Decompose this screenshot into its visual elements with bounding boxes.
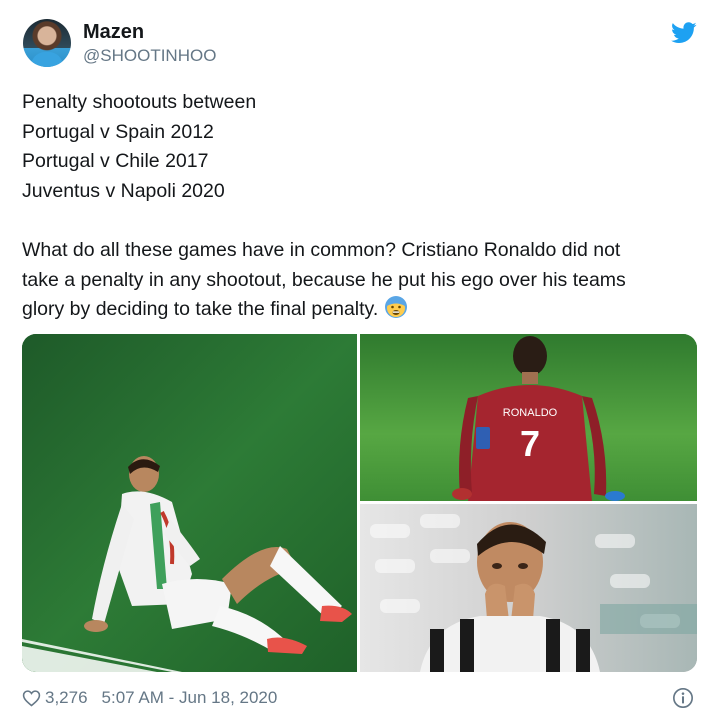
media-grid[interactable]: RONALDO 7: [22, 334, 697, 672]
tweet-line: Juventus v Napoli 2020: [22, 179, 225, 202]
heart-icon[interactable]: [22, 689, 41, 707]
photo-player-kneeling-illustration: RONALDO 7: [360, 334, 697, 501]
photo-player-kneeling[interactable]: RONALDO 7: [360, 334, 697, 501]
photo-player-sitting-illustration: [22, 334, 357, 672]
like-count[interactable]: 3,276: [45, 688, 88, 708]
tweet-footer: 3,276 5:07 AM - Jun 18, 2020: [22, 687, 277, 709]
photo-player-hands-face[interactable]: [360, 504, 697, 672]
cold-sweat-emoji-icon: [385, 296, 408, 318]
twitter-bird-icon[interactable]: [671, 22, 697, 44]
tweet-line: What do all these games have in common? …: [22, 239, 621, 261]
tweet-line: Penalty shootouts between: [22, 91, 257, 113]
tweet-line: Portugal v Chile 2017: [22, 150, 209, 172]
tweet-line-last: glory by deciding to take the final pena…: [22, 295, 698, 325]
tweet-line: Portugal v Spain 2012: [22, 120, 214, 143]
tweet-line: take a penalty in any shootout, because …: [22, 268, 626, 291]
tweet-card: Mazen @SHOOTINHOO Penalty shootouts betw…: [0, 0, 720, 713]
display-name[interactable]: Mazen: [83, 21, 144, 44]
handle[interactable]: @SHOOTINHOO: [83, 46, 216, 66]
photo-player-hands-face-illustration: [360, 504, 697, 672]
tweet-text: Penalty shootouts between Portugal v Spa…: [22, 88, 698, 325]
jersey-number: 7: [520, 423, 540, 464]
tweet-line-text: glory by deciding to take the final pena…: [22, 298, 379, 320]
jersey-name: RONALDO: [503, 407, 558, 419]
photo-player-sitting[interactable]: [22, 334, 357, 672]
avatar[interactable]: [23, 19, 71, 67]
info-icon[interactable]: [672, 687, 694, 709]
timestamp[interactable]: 5:07 AM - Jun 18, 2020: [102, 688, 278, 708]
avatar-shoulder: [31, 52, 63, 67]
